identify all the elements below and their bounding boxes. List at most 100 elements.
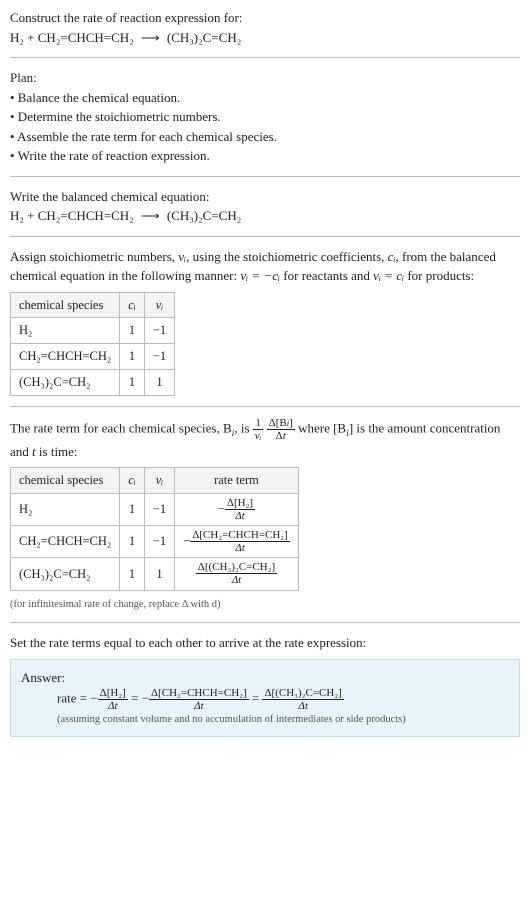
col-nu: νᵢ [144, 468, 174, 494]
den: Δt [225, 510, 255, 522]
col-nu: νᵢ [144, 292, 174, 318]
product-1: (CH₃)₂C=CH₂ [167, 208, 241, 223]
rate-frac: Δ[(CH₃)₂C=CH₂]Δt [262, 687, 343, 712]
divider [10, 622, 520, 623]
table-row: (CH₃)₂C=CH₂ 1 1 [11, 369, 175, 395]
num: Δ[CH₂=CHCH=CH₂] [149, 687, 249, 700]
rate-frac: Δ[CH₂=CHCH=CH₂]Δt [190, 529, 290, 554]
cell-ci: 1 [120, 318, 145, 344]
num: Δ[CH₂=CHCH=CH₂] [190, 529, 290, 542]
cell-ci: 1 [120, 526, 145, 558]
final-intro: Set the rate terms equal to each other t… [10, 633, 520, 653]
table-row: CH₂=CHCH=CH₂ 1 −1 −Δ[CH₂=CHCH=CH₂]Δt [11, 526, 299, 558]
divider [10, 236, 520, 237]
plan-item: • Determine the stoichiometric numbers. [10, 107, 520, 127]
product-1: (CH₃)₂C=CH₂ [167, 30, 241, 45]
neg-sign: − [90, 691, 97, 706]
table-row: (CH₃)₂C=CH₂ 1 1 Δ[(CH₃)₂C=CH₂]Δt [11, 558, 299, 590]
cell-rate: −Δ[CH₂=CHCH=CH₂]Δt [175, 526, 299, 558]
answer-box: Answer: rate = −Δ[H₂]Δt = −Δ[CH₂=CHCH=CH… [10, 659, 520, 737]
cell-nu: −1 [144, 493, 174, 525]
num: Δ[(CH₃)₂C=CH₂] [262, 687, 343, 700]
cell-ci: 1 [120, 344, 145, 370]
col-ci: cᵢ [120, 292, 145, 318]
cell-species: (CH₃)₂C=CH₂ [11, 369, 120, 395]
cell-nu: −1 [144, 344, 174, 370]
text: The rate term for each chemical species,… [10, 420, 232, 435]
balanced-equation: H₂ + CH₂=CHCH=CH₂ ⟶ (CH₃)₂C=CH₂ [10, 206, 520, 226]
text: for reactants and [280, 268, 373, 283]
rateterm-table: chemical species cᵢ νᵢ rate term H₂ 1 −1… [10, 467, 299, 590]
cell-species: (CH₃)₂C=CH₂ [11, 558, 120, 590]
neg-sign: − [218, 501, 225, 515]
cell-ci: 1 [120, 558, 145, 590]
dbi-dt: Δ[Bi]Δt [267, 417, 295, 442]
ci-symbol: cᵢ [388, 249, 396, 264]
cell-nu: −1 [144, 526, 174, 558]
reactant-2: CH₂=CHCH=CH₂ [38, 30, 134, 45]
den: Δt [196, 574, 277, 586]
infinitesimal-note: (for infinitesimal rate of change, repla… [10, 597, 520, 613]
col-species: chemical species [11, 468, 120, 494]
table-header-row: chemical species cᵢ νᵢ rate term [11, 468, 299, 494]
cell-nu: −1 [144, 318, 174, 344]
cell-rate: −Δ[H₂]Δt [175, 493, 299, 525]
cell-species: CH₂=CHCH=CH₂ [11, 344, 120, 370]
divider [10, 176, 520, 177]
unbalanced-equation: H₂ + CH₂=CHCH=CH₂ ⟶ (CH₃)₂C=CH₂ [10, 28, 520, 48]
reactant-2: CH₂=CHCH=CH₂ [38, 208, 134, 223]
col-rate: rate term [175, 468, 299, 494]
prompt-text: Construct the rate of reaction expressio… [10, 10, 242, 25]
cell-nu: 1 [144, 369, 174, 395]
rate-label: rate = [57, 691, 90, 706]
balanced-title: Write the balanced chemical equation: [10, 187, 520, 207]
plan-title: Plan: [10, 68, 520, 88]
den: Δt [262, 700, 343, 712]
text: for products: [404, 268, 474, 283]
table-row: CH₂=CHCH=CH₂ 1 −1 [11, 344, 175, 370]
equals: = [131, 691, 142, 706]
num: Δ[H₂] [225, 497, 255, 510]
cell-ci: 1 [120, 369, 145, 395]
stoich-table: chemical species cᵢ νᵢ H₂ 1 −1 CH₂=CHCH=… [10, 292, 175, 396]
answer-note: (assuming constant volume and no accumul… [57, 712, 509, 728]
answer-label: Answer: [21, 668, 509, 688]
table-header-row: chemical species cᵢ νᵢ [11, 292, 175, 318]
num: Δ[H₂] [98, 687, 128, 700]
cell-nu: 1 [144, 558, 174, 590]
rate-frac: Δ[CH₂=CHCH=CH₂]Δt [149, 687, 249, 712]
den: Δt [149, 700, 249, 712]
neg-sign: − [142, 691, 149, 706]
divider [10, 406, 520, 407]
plan-item: • Assemble the rate term for each chemic… [10, 127, 520, 147]
arrow-icon: ⟶ [137, 28, 164, 48]
text: where [B [298, 420, 346, 435]
num: Δ[(CH₃)₂C=CH₂] [196, 561, 277, 574]
text: Assign stoichiometric numbers, [10, 249, 178, 264]
rate-frac: Δ[H₂]Δt [225, 497, 255, 522]
cell-species: H₂ [11, 493, 120, 525]
arrow-icon: ⟶ [137, 206, 164, 226]
prompt-line: Construct the rate of reaction expressio… [10, 8, 520, 28]
text: is time: [36, 444, 78, 459]
plan-item: • Write the rate of reaction expression. [10, 146, 520, 166]
text: , is [234, 420, 252, 435]
den: Δt [98, 700, 128, 712]
reactant-1: H₂ [10, 208, 24, 223]
col-ci: cᵢ [120, 468, 145, 494]
divider [10, 57, 520, 58]
nu-symbol: νᵢ [178, 249, 186, 264]
rate-frac: Δ[(CH₃)₂C=CH₂]Δt [196, 561, 277, 586]
cell-species: CH₂=CHCH=CH₂ [11, 526, 120, 558]
rateterm-intro: The rate term for each chemical species,… [10, 417, 520, 462]
plan-item: • Balance the chemical equation. [10, 88, 520, 108]
table-row: H₂ 1 −1 [11, 318, 175, 344]
stoich-intro: Assign stoichiometric numbers, νᵢ, using… [10, 247, 520, 286]
reactant-1: H₂ [10, 30, 24, 45]
den: Δt [190, 542, 290, 554]
col-species: chemical species [11, 292, 120, 318]
relation-reactant: νᵢ = −cᵢ [240, 268, 280, 283]
cell-ci: 1 [120, 493, 145, 525]
one-over-nu: 1νᵢ [253, 417, 264, 442]
table-row: H₂ 1 −1 −Δ[H₂]Δt [11, 493, 299, 525]
